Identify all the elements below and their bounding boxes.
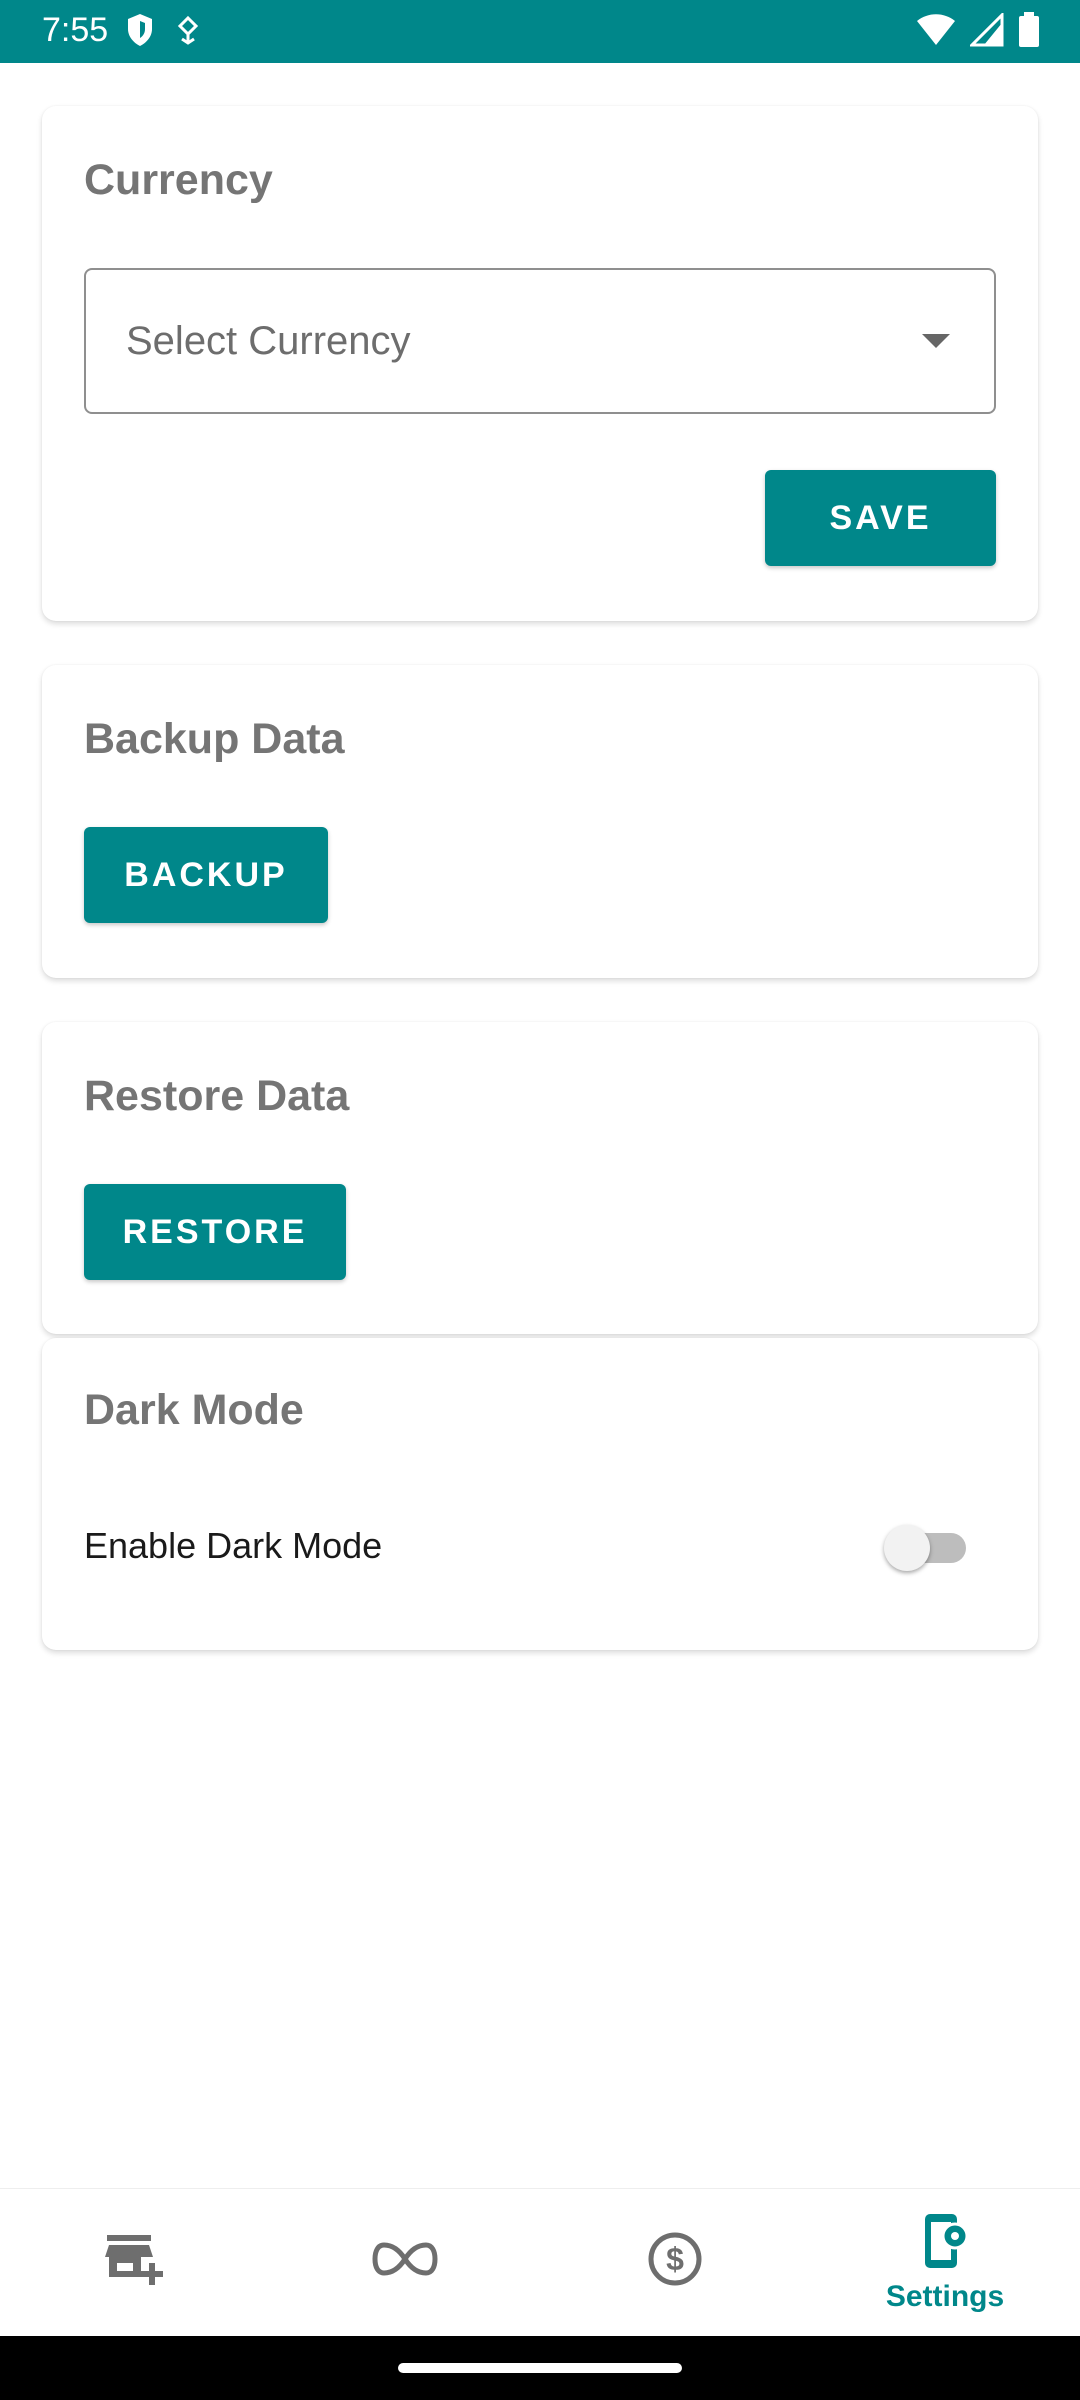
dark-mode-switch[interactable] — [884, 1518, 968, 1576]
dark-mode-title: Dark Mode — [84, 1386, 304, 1434]
nav-item-settings[interactable]: Settings — [810, 2189, 1080, 2337]
dollar-circle-icon: $ — [647, 2231, 703, 2292]
currency-title: Currency — [84, 156, 273, 204]
restore-title: Restore Data — [84, 1072, 350, 1120]
restore-button[interactable]: RESTORE — [84, 1184, 346, 1280]
shield-icon — [126, 13, 154, 52]
infinity-icon — [372, 2241, 438, 2281]
currency-card: Currency Select Currency SAVE — [42, 106, 1038, 621]
svg-text:$: $ — [666, 2241, 684, 2277]
add-store-icon — [105, 2233, 165, 2290]
status-bar: 7:55 — [0, 0, 1080, 63]
dropdown-arrow-icon — [922, 334, 950, 348]
battery-icon — [1018, 11, 1040, 53]
backup-title: Backup Data — [84, 715, 345, 763]
nav-label-settings: Settings — [885, 2279, 1005, 2313]
location-diamond-icon — [176, 15, 200, 50]
signal-icon — [968, 10, 1004, 52]
gesture-bar — [0, 2336, 1080, 2400]
backup-button[interactable]: BACKUP — [84, 827, 328, 923]
nav-item-infinity[interactable] — [270, 2189, 540, 2337]
wifi-icon — [916, 13, 956, 52]
backup-card: Backup Data BACKUP — [42, 665, 1038, 978]
nav-item-dollar[interactable]: $ — [540, 2189, 810, 2337]
save-button[interactable]: SAVE — [765, 470, 996, 566]
switch-thumb — [884, 1525, 930, 1571]
bottom-navigation: $ Settings — [0, 2188, 1080, 2336]
status-time: 7:55 — [42, 11, 109, 49]
settings-phone-icon — [921, 2212, 969, 2275]
nav-item-add-store[interactable] — [0, 2189, 270, 2337]
restore-card: Restore Data RESTORE — [42, 1022, 1038, 1334]
home-gesture-handle[interactable] — [398, 2363, 682, 2373]
currency-select-placeholder: Select Currency — [126, 319, 411, 363]
dark-mode-label: Enable Dark Mode — [84, 1525, 383, 1566]
currency-select[interactable]: Select Currency — [84, 268, 996, 414]
dark-mode-card: Dark Mode Enable Dark Mode — [42, 1338, 1038, 1650]
